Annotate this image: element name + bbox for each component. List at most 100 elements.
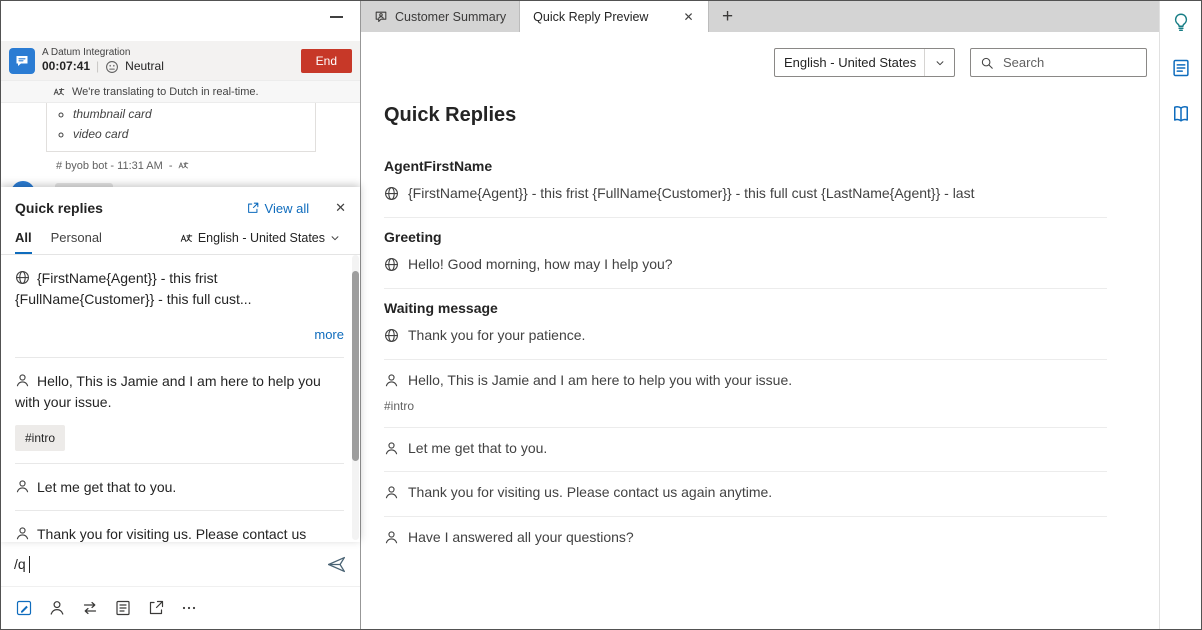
quick-reply-section: Greeting Hello! Good morning, how may I … (384, 218, 1107, 289)
quick-replies-button[interactable] (15, 599, 33, 617)
quick-reply-section: Thank you for visiting us. Please contac… (384, 472, 1107, 517)
search-input[interactable] (1001, 54, 1137, 71)
smart-assist-button[interactable] (1171, 12, 1191, 32)
app-window: A Datum Integration 00:07:41 | Neutral E… (0, 0, 1202, 630)
end-conversation-button[interactable]: End (301, 49, 352, 73)
tab-label: Quick Reply Preview (533, 10, 648, 24)
globe-icon (384, 186, 399, 201)
sentiment-neutral-icon (105, 60, 119, 74)
quick-reply-item[interactable]: Let me get that to you. (15, 464, 344, 511)
quick-reply-row[interactable]: Thank you for visiting us. Please contac… (384, 483, 1107, 502)
message-metadata: # byob bot - 11:31 AM - (56, 160, 360, 172)
translation-banner: We're translating to Dutch in real-time. (1, 80, 360, 103)
quick-reply-text: Let me get that to you. (37, 479, 176, 495)
workspace-panel: Customer Summary Quick Reply Preview ✕ +… (361, 1, 1201, 629)
link-button[interactable] (147, 599, 165, 617)
knowledge-search-button[interactable] (1171, 104, 1191, 124)
person-icon (384, 530, 399, 545)
transfer-button[interactable] (81, 599, 99, 617)
language-dropdown-value: English - United States (784, 55, 924, 70)
new-tab-button[interactable]: + (709, 1, 747, 32)
notes-button[interactable] (114, 599, 132, 617)
globe-icon (384, 328, 399, 343)
quick-reply-text: Have I answered all your questions? (408, 528, 634, 547)
sentiment-label: Neutral (125, 59, 164, 74)
message-composer: /q (1, 542, 360, 586)
card-option[interactable]: thumbnail card (73, 105, 309, 125)
quick-reply-item[interactable]: {FirstName{Agent}} - this frist {FullNam… (15, 255, 344, 358)
more-link[interactable]: more (314, 327, 344, 342)
quick-reply-item[interactable]: Thank you for visiting us. Please contac… (15, 511, 344, 542)
close-tab-icon[interactable]: ✕ (683, 10, 693, 24)
productivity-rail (1159, 1, 1201, 629)
dropdown-chevron[interactable] (924, 49, 954, 76)
quick-reply-section: Let me get that to you. (384, 428, 1107, 473)
search-icon (980, 56, 994, 70)
quick-replies-title: Quick replies (15, 200, 103, 216)
content-controls: English - United States (384, 32, 1147, 77)
person-icon (48, 599, 66, 617)
script-list-icon (1171, 58, 1191, 78)
quick-replies-header: Quick replies View all ✕ (1, 187, 360, 220)
text-caret (29, 556, 30, 573)
quick-reply-row[interactable]: Hello! Good morning, how may I help you? (384, 255, 1107, 274)
message-input-value: /q (14, 556, 26, 572)
quick-reply-text: Thank you for visiting us. Please contac… (408, 483, 772, 502)
quick-reply-text: {FirstName{Agent}} - this frist {FullNam… (15, 270, 252, 307)
hashtag-chip[interactable]: #intro (15, 425, 65, 451)
tab-quick-reply-preview[interactable]: Quick Reply Preview ✕ (520, 1, 708, 32)
conversation-toolbar (1, 586, 360, 629)
quick-replies-list: {FirstName{Agent}} - this frist {FullNam… (1, 255, 360, 542)
quick-reply-item[interactable]: Hello, This is Jamie and I am here to he… (15, 358, 344, 464)
card-option[interactable]: video card (73, 125, 309, 145)
language-dropdown[interactable]: English - United States (774, 48, 955, 77)
send-button[interactable] (326, 554, 347, 575)
session-meta: 00:07:41 | Neutral (42, 59, 164, 74)
open-link-icon (147, 599, 165, 617)
agent-scripts-button[interactable] (1171, 58, 1191, 78)
quick-reply-text: Hello, This is Jamie and I am here to he… (15, 373, 321, 410)
quick-reply-row[interactable]: Hello, This is Jamie and I am here to he… (384, 371, 1107, 390)
translate-icon (53, 86, 65, 98)
view-all-button[interactable]: View all (246, 201, 310, 216)
quick-replies-panel: Quick replies View all ✕ All Personal En… (1, 187, 360, 542)
tab-personal[interactable]: Personal (51, 224, 102, 254)
quick-replies-tabs: All Personal English - United States (1, 220, 360, 255)
tab-bar: Customer Summary Quick Reply Preview ✕ + (361, 1, 1159, 32)
translate-icon (180, 232, 193, 245)
person-icon (15, 373, 30, 388)
minimize-icon[interactable] (330, 16, 343, 18)
globe-icon (15, 270, 30, 285)
close-icon[interactable]: ✕ (335, 200, 346, 216)
more-options-button[interactable] (180, 599, 198, 617)
transfer-arrows-icon (81, 599, 99, 617)
quick-reply-row[interactable]: Have I answered all your questions? (384, 528, 1107, 547)
person-icon (384, 373, 399, 388)
tab-all[interactable]: All (15, 224, 32, 254)
conversation-panel: A Datum Integration 00:07:41 | Neutral E… (1, 1, 361, 629)
consult-button[interactable] (48, 599, 66, 617)
quick-reply-text: Let me get that to you. (408, 439, 547, 458)
message-input[interactable]: /q (14, 556, 134, 573)
quick-reply-preview-content: English - United States Quick Replies Ag… (361, 32, 1159, 629)
scrollbar-thumb[interactable] (352, 271, 359, 461)
search-box (970, 48, 1147, 77)
lightbulb-icon (1171, 12, 1191, 32)
language-selector[interactable]: English - United States (174, 230, 346, 254)
section-header: AgentFirstName (384, 158, 1107, 174)
translation-banner-text: We're translating to Dutch in real-time. (72, 86, 259, 98)
session-name: A Datum Integration (42, 47, 164, 60)
tab-customer-summary[interactable]: Customer Summary (361, 1, 520, 32)
customer-icon (374, 10, 388, 24)
quick-reply-row[interactable]: {FirstName{Agent}} - this frist {FullNam… (384, 184, 1107, 203)
quick-reply-row[interactable]: Let me get that to you. (384, 439, 1107, 458)
conversation-titlebar (1, 1, 360, 41)
quick-reply-section: Waiting message Thank you for your patie… (384, 289, 1107, 360)
quick-reply-row[interactable]: Thank you for your patience. (384, 326, 1107, 345)
person-icon (15, 526, 30, 541)
section-header: Greeting (384, 229, 1107, 245)
chevron-down-icon (330, 233, 340, 243)
bot-message-card: thumbnail card video card (46, 103, 316, 152)
chevron-down-icon (935, 58, 945, 68)
section-header: Waiting message (384, 300, 1107, 316)
